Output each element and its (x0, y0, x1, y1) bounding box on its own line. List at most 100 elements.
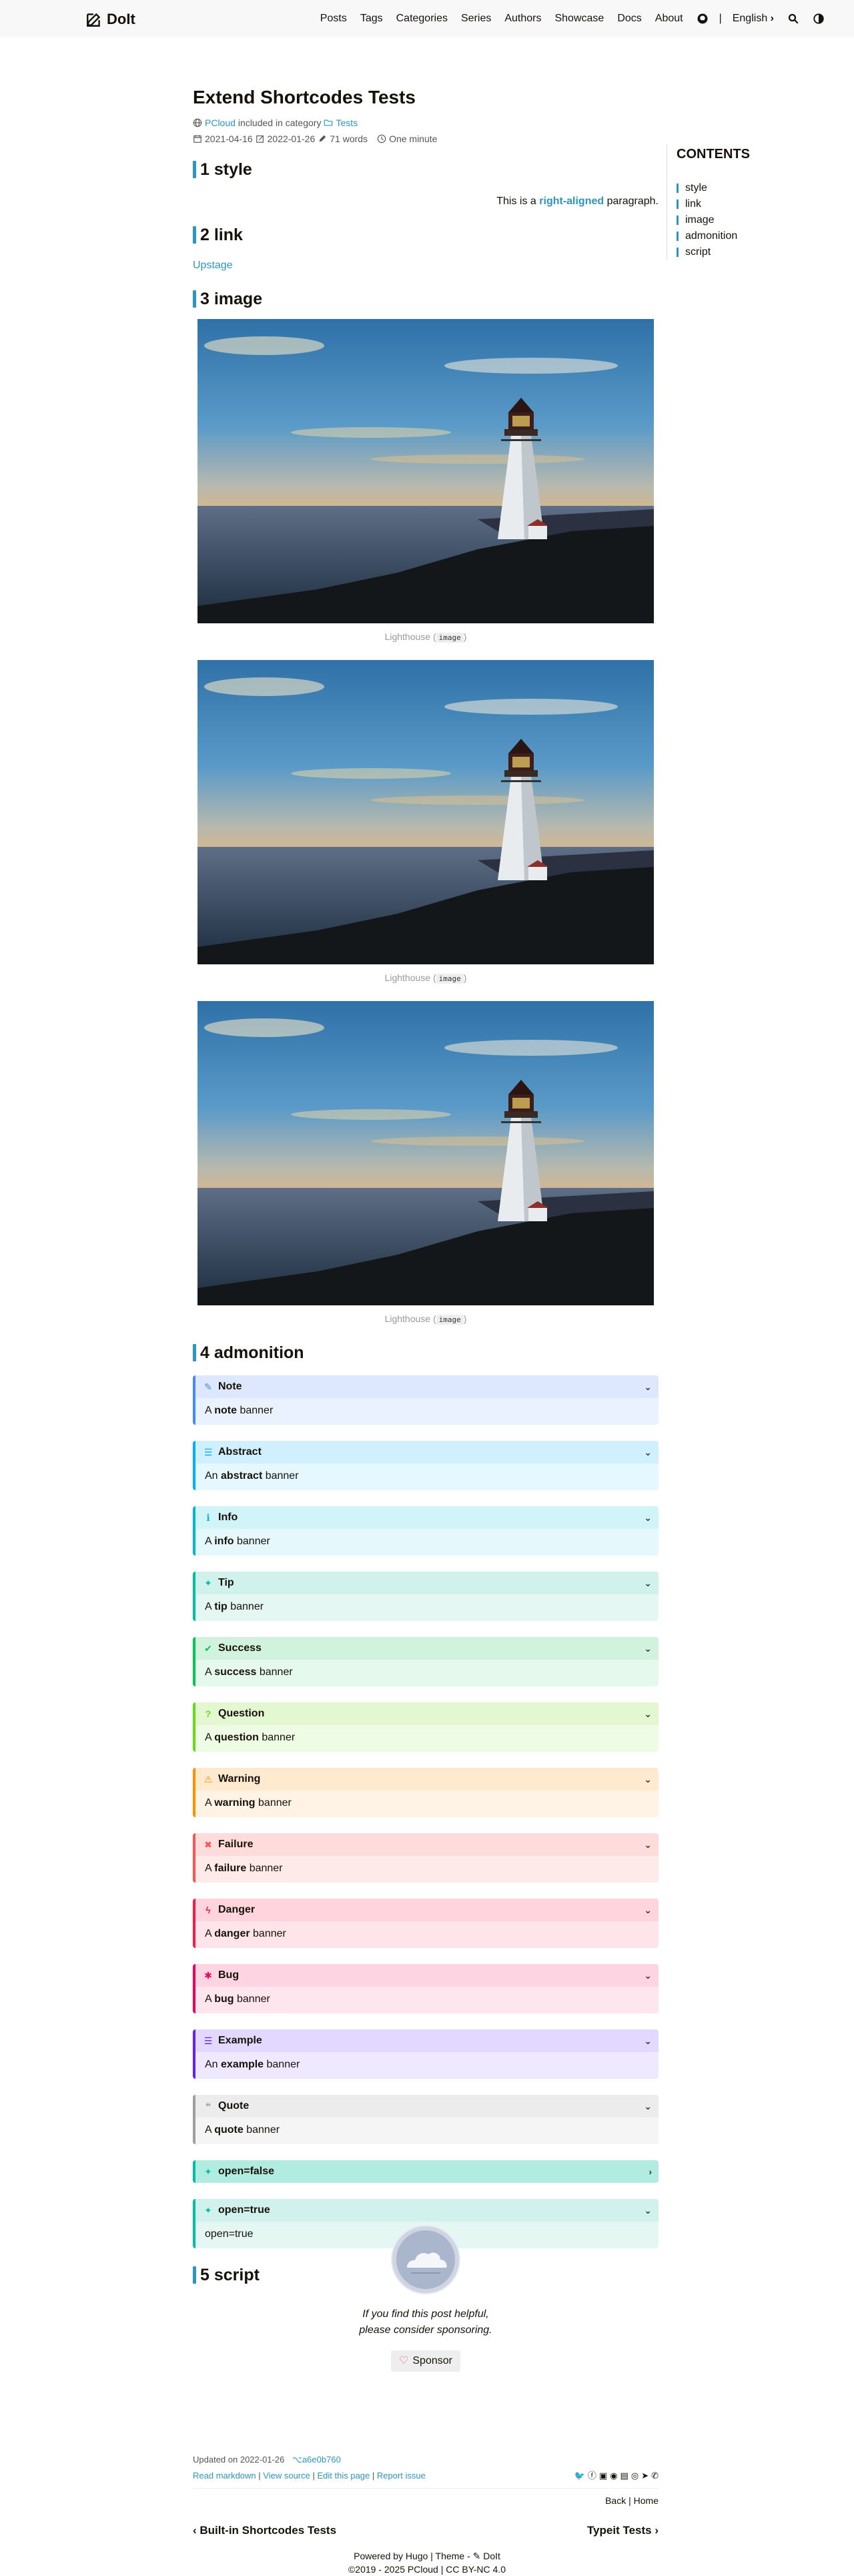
next-post-link[interactable]: Typeit Tests › (587, 2522, 659, 2539)
admonition-header[interactable]: ✦ Tip ⌄ (195, 1572, 659, 1594)
image-figure: Lighthouse (image) (193, 660, 659, 985)
admonition-warning: ⚠ Warning ⌄ A warning banner (193, 1768, 659, 1817)
home-link[interactable]: Home (634, 2495, 659, 2506)
sponsor-button[interactable]: ♡ Sponsor (391, 2350, 460, 2372)
para-highlight: right-aligned (539, 196, 604, 207)
admonition-header[interactable]: ? Question ⌄ (195, 1702, 659, 1725)
lighthouse-image[interactable] (197, 319, 654, 623)
toc-item-admonition[interactable]: admonition (677, 228, 787, 244)
heading-link: 2 link (193, 224, 659, 246)
twitter-icon[interactable]: 🐦 (574, 2468, 585, 2484)
menu-authors[interactable]: Authors (498, 11, 548, 27)
facebook-icon[interactable]: ⓕ (588, 2468, 596, 2484)
chevron-down-icon: ⌄ (644, 2035, 652, 2046)
admonition-header[interactable]: ✎ Note ⌄ (195, 1375, 659, 1398)
admonition-text-bold: warning (214, 1797, 256, 1809)
lighthouse-image[interactable] (197, 1001, 654, 1305)
toc-item-script[interactable]: script (677, 244, 787, 260)
menu-tags[interactable]: Tags (354, 11, 390, 27)
admonition-header[interactable]: ☰ Example ⌄ (195, 2029, 659, 2052)
caption-end: ) (463, 1313, 467, 1324)
admonition-title: Quote (218, 2100, 250, 2112)
admonition-info: ℹ Info ⌄ A info banner (193, 1506, 659, 1556)
heading-admonition: 4 admonition (193, 1342, 659, 1363)
admonition-icon: ☰ (203, 1446, 213, 1458)
category-link[interactable]: Tests (336, 115, 358, 131)
prev-post-link[interactable]: ‹ Built-in Shortcodes Tests (193, 2522, 336, 2539)
admonition-list: ✎ Note ⌄ A note banner ☰ Abstract ⌄ An a… (193, 1375, 659, 2248)
menu-categories[interactable]: Categories (390, 11, 454, 27)
admonition-text-bold: danger (214, 1928, 250, 1939)
prev-post-title: Built-in Shortcodes Tests (199, 2524, 337, 2537)
lighthouse-image[interactable] (197, 660, 654, 964)
main-menu: Posts Tags Categories Series Authors Sho… (314, 0, 831, 37)
para-text-after: paragraph. (604, 196, 659, 207)
chevron-down-icon: ⌄ (644, 1904, 652, 1915)
caption-text: Lighthouse ( (384, 1313, 436, 1324)
author-link[interactable]: PCloud (205, 115, 236, 131)
admonition-header[interactable]: ℹ Info ⌄ (195, 1506, 659, 1529)
admonition-text-pre: A (205, 1993, 215, 2005)
telegram-icon[interactable]: ➤ (641, 2468, 649, 2484)
menu-docs[interactable]: Docs (610, 11, 648, 27)
menu-showcase[interactable]: Showcase (548, 11, 610, 27)
search-icon[interactable] (781, 13, 806, 25)
sponsor-text: If you find this post helpful, please co… (359, 2308, 492, 2336)
theme-name: DoIt (483, 2551, 500, 2561)
word-count: 71 words (330, 133, 368, 144)
admonition-text-post: banner (264, 2059, 300, 2070)
weibo-icon[interactable]: ◎ (631, 2468, 638, 2484)
admonition-text-post: banner (237, 1405, 274, 1416)
admonition-title: Abstract (218, 1446, 262, 1458)
admonition-title: open=false (218, 2166, 275, 2177)
admonition-quote: ❝ Quote ⌄ A quote banner (193, 2095, 659, 2144)
admonition-text-pre: A (205, 1536, 215, 1547)
admonition-header[interactable]: ✖ Failure ⌄ (195, 1833, 659, 1856)
hackernews-icon[interactable]: ▣ (599, 2468, 607, 2484)
admonition-text-post: banner (234, 1536, 270, 1547)
admonition-header[interactable]: ⚠ Warning ⌄ (195, 1768, 659, 1791)
github-icon[interactable] (690, 13, 715, 25)
menu-posts[interactable]: Posts (314, 11, 354, 27)
admonition-header[interactable]: ❝ Quote ⌄ (195, 2095, 659, 2118)
site-logo[interactable]: DoIt (85, 8, 135, 30)
caption-code: image (436, 1315, 464, 1325)
chevron-down-icon: ⌄ (644, 1839, 652, 1850)
toc-item-style[interactable]: style (677, 180, 787, 196)
published-date: 2021-04-16 (205, 133, 253, 144)
image-figure: Lighthouse (image) (193, 319, 659, 644)
language-select[interactable]: English › (726, 11, 781, 27)
theme-link[interactable]: ✎ DoIt (473, 2551, 500, 2561)
whatsapp-icon[interactable]: ✆ (651, 2468, 659, 2484)
menu-series[interactable]: Series (454, 11, 498, 27)
line-icon[interactable]: ▤ (620, 2468, 628, 2484)
chevron-down-icon: ⌄ (644, 1642, 652, 1654)
commit-hash: a6e0b760 (302, 2455, 341, 2465)
theme-switch-icon[interactable] (806, 13, 831, 25)
admonition-header[interactable]: ✔ Success ⌄ (195, 1637, 659, 1660)
commit-link[interactable]: ⌥a6e0b760 (292, 2455, 341, 2465)
view-source-link[interactable]: View source (263, 2471, 310, 2481)
menu-about[interactable]: About (649, 11, 690, 27)
upstage-link[interactable]: Upstage (193, 260, 233, 271)
admonition-header[interactable]: ☰ Abstract ⌄ (195, 1441, 659, 1464)
language-label: English (732, 13, 768, 24)
updated-info: Updated on 2022-01-26 ⌥a6e0b760 (193, 2452, 659, 2468)
back-link[interactable]: Back (605, 2495, 626, 2506)
edit-page-link[interactable]: Edit this page (317, 2471, 370, 2481)
admonition-header[interactable]: ✦ open=true ⌄ (195, 2199, 659, 2222)
toc-item-image[interactable]: image (677, 212, 787, 228)
admonition-header[interactable]: ✱ Bug ⌄ (195, 1964, 659, 1987)
admonition-header[interactable]: ✦ open=false › (195, 2160, 659, 2183)
admonition-text-bold: note (214, 1405, 238, 1416)
reddit-icon[interactable]: ◉ (610, 2468, 617, 2484)
toc-bar (677, 200, 679, 209)
admonition-body: A quote banner (195, 2118, 659, 2144)
sponsor-button-label: Sponsor (412, 2355, 452, 2366)
back-home: Back | Home (193, 2493, 659, 2509)
admonition-header[interactable]: ϟ Danger ⌄ (195, 1899, 659, 1921)
read-markdown-link[interactable]: Read markdown (193, 2471, 256, 2481)
report-issue-link[interactable]: Report issue (377, 2471, 426, 2481)
toc-item-link[interactable]: link (677, 196, 787, 212)
admonition-question: ? Question ⌄ A question banner (193, 1702, 659, 1752)
